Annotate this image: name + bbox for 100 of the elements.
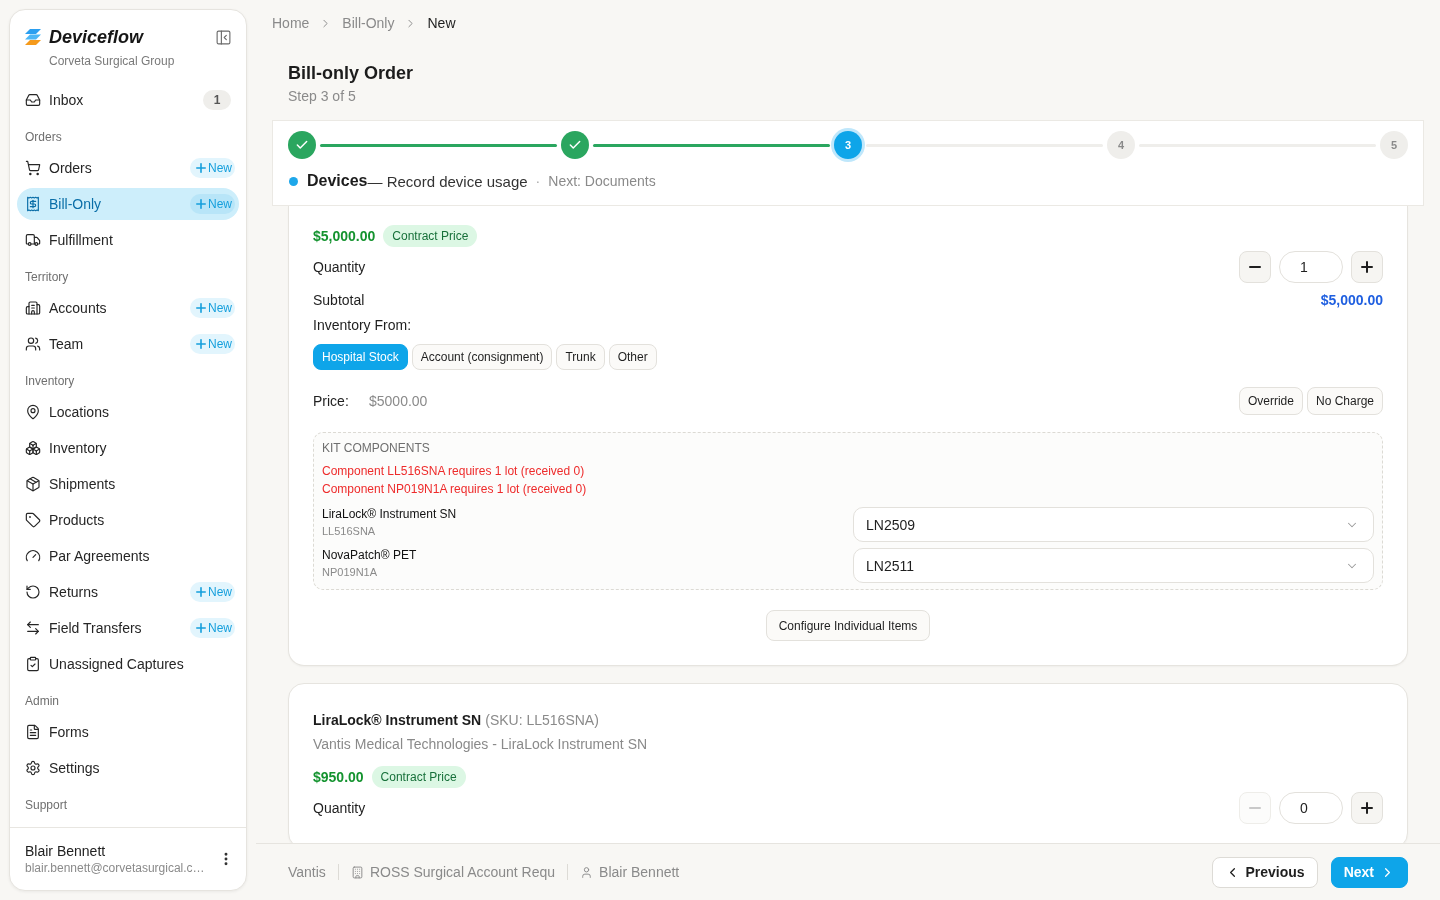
price-badge: Contract Price	[383, 225, 478, 247]
next-step: Next: Documents	[548, 173, 656, 189]
configure-items-button[interactable]: Configure Individual Items	[765, 610, 931, 641]
nav-item[interactable]: Inbox 1	[17, 84, 239, 116]
plus-icon	[1361, 261, 1373, 273]
section-label: Inventory	[24, 373, 76, 390]
step-number: 4	[1107, 131, 1135, 159]
price-label: Price:	[313, 393, 350, 409]
price-action-button[interactable]: No Charge	[1306, 387, 1383, 415]
user-email: blair.bennett@corvetasurgical.c…	[25, 860, 206, 876]
section-label: Support	[24, 797, 69, 814]
arrow-left-right-icon	[25, 620, 41, 636]
nav-item[interactable]: Orders New	[17, 152, 239, 184]
context-label: Blair Bennett	[599, 864, 680, 880]
inbox-icon	[25, 92, 41, 108]
status-dot-icon	[289, 176, 298, 186]
users-icon	[25, 336, 41, 352]
price-action-button[interactable]: Override	[1238, 387, 1303, 415]
plus-icon	[196, 303, 206, 313]
settings-icon	[25, 760, 41, 776]
increase-button[interactable]	[1351, 792, 1383, 824]
subtotal-label: Subtotal	[313, 291, 365, 310]
quantity-field[interactable]: 0	[1279, 792, 1343, 824]
step-number: 3	[834, 131, 862, 159]
organization-name: Corveta Surgical Group	[49, 53, 176, 69]
nav-item[interactable]: Forms	[17, 716, 239, 748]
nav-item[interactable]: Team New	[17, 328, 239, 360]
decrease-button[interactable]	[1239, 251, 1271, 283]
nav-item[interactable]: Fulfillment	[17, 224, 239, 256]
separator-text: ·	[535, 173, 541, 189]
user-icon	[580, 865, 594, 879]
quantity-label: Quantity	[313, 258, 366, 277]
step-description: — Record device usage	[367, 172, 528, 190]
dollar-receipt-icon	[25, 196, 41, 212]
nav-item[interactable]: Bill-Only New	[17, 188, 239, 220]
nav-item[interactable]: Unassigned Captures	[17, 648, 239, 680]
nav-item[interactable]: Par Agreements	[17, 540, 239, 572]
section-label: Admin	[24, 693, 60, 710]
document-icon	[25, 724, 41, 740]
inventory-label: Inventory From:	[313, 316, 412, 335]
nav-item[interactable]: Inventory	[17, 432, 239, 464]
plus-icon	[196, 163, 206, 173]
unit-price: $5,000.00	[313, 228, 376, 244]
step-name: Devices	[307, 172, 368, 190]
plus-icon	[1361, 802, 1373, 814]
rotate-ccw-icon	[25, 584, 41, 600]
component-name: LiraLock® Instrument SN	[322, 506, 458, 522]
inventory-option[interactable]: Account (consignment)	[411, 344, 553, 370]
building-icon	[25, 300, 41, 316]
component-code: LL516SNA	[322, 524, 377, 538]
plus-icon	[196, 199, 206, 209]
plus-icon	[196, 623, 206, 633]
collapse-sidebar-button[interactable]	[215, 28, 232, 46]
inventory-option[interactable]: Trunk	[556, 344, 605, 370]
plus-icon	[196, 587, 206, 597]
previous-button[interactable]: Previous	[1211, 856, 1318, 888]
truck-icon	[25, 232, 41, 248]
nav-item[interactable]: Locations	[17, 396, 239, 428]
user-name: Blair Bennett	[25, 842, 107, 860]
page-subtitle: Step 3 of 5	[288, 87, 357, 106]
price-badge: Contract Price	[371, 766, 466, 788]
package-icon	[25, 476, 41, 492]
count-badge: 1	[203, 90, 231, 110]
nav-item[interactable]: Shipments	[17, 468, 239, 500]
section-label: Orders	[24, 129, 63, 146]
price-value: $5000.00	[369, 393, 429, 409]
nav-item[interactable]: Accounts New	[17, 292, 239, 324]
product-sku: (SKU: LL516SNA)	[485, 711, 599, 730]
context-label: ROSS Surgical Account Requ	[369, 864, 556, 880]
section-label: Territory	[24, 269, 70, 286]
brand-name: Deviceflow	[49, 26, 145, 48]
panel-left-icon	[215, 28, 232, 46]
breadcrumb-link[interactable]: New	[427, 14, 456, 32]
unit-price: $950.00	[313, 769, 364, 785]
nav-item[interactable]: Products	[17, 504, 239, 536]
nav-item[interactable]: Field Transfers New	[17, 612, 239, 644]
component-code: NP019N1A	[322, 565, 379, 579]
product-vendor: Vantis Medical Technologies - LiraLock Instrument SN	[313, 735, 649, 754]
page-title: Bill-only Order	[288, 62, 414, 85]
context-label: Vantis	[288, 864, 326, 880]
error-message: Component NP019N1A requires 1 lot (received 0)	[322, 481, 588, 498]
product-name: LiraLock® Instrument SN	[313, 711, 482, 730]
minus-icon	[1249, 266, 1261, 268]
inventory-option[interactable]: Other	[608, 344, 657, 370]
lot-select[interactable]: LN2511	[853, 548, 1374, 583]
box-stack-icon	[25, 440, 41, 456]
check-circle-icon	[561, 131, 589, 159]
lot-select[interactable]: LN2509	[853, 507, 1374, 542]
minus-icon	[1249, 807, 1261, 809]
tag-icon	[25, 512, 41, 528]
quantity-field[interactable]: 1	[1279, 251, 1343, 283]
nav-item[interactable]: Returns New	[17, 576, 239, 608]
clipboard-check-icon	[25, 656, 41, 672]
increase-button[interactable]	[1351, 251, 1383, 283]
error-message: Component LL516SNA requires 1 lot (received 0)	[322, 463, 586, 480]
subtotal-value: $5,000.00	[1320, 292, 1383, 308]
nav-item[interactable]: Settings	[17, 752, 239, 784]
gauge-icon	[25, 548, 41, 564]
map-pin-icon	[25, 404, 41, 420]
cart-icon	[25, 160, 41, 176]
